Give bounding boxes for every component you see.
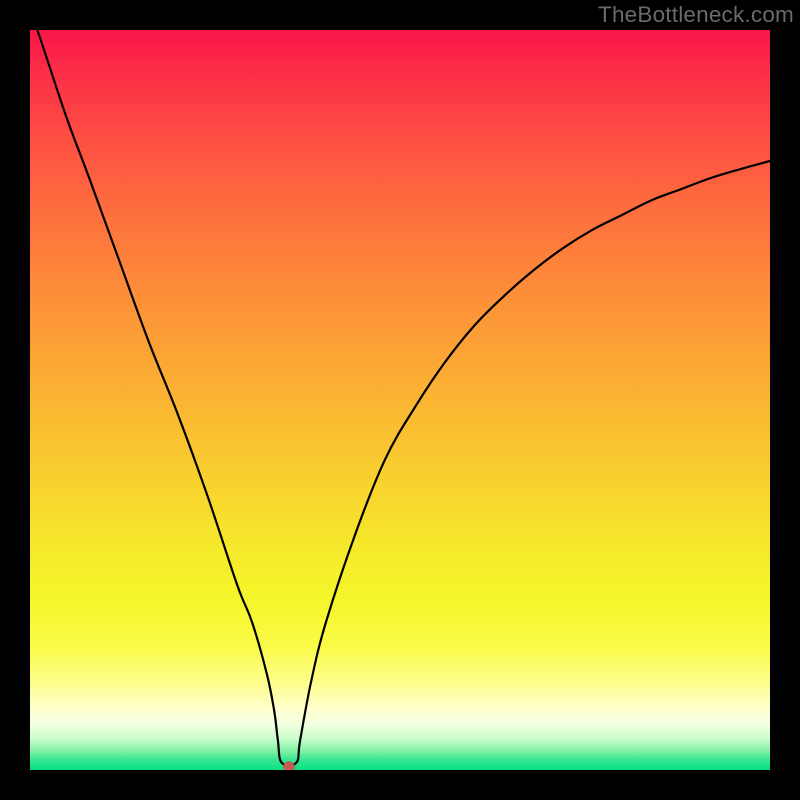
minimum-marker [284, 762, 295, 771]
curve-svg [30, 30, 770, 770]
watermark-text: TheBottleneck.com [598, 2, 794, 28]
plot-area [30, 30, 770, 770]
bottleneck-curve [30, 30, 770, 766]
chart-frame: TheBottleneck.com [0, 0, 800, 800]
